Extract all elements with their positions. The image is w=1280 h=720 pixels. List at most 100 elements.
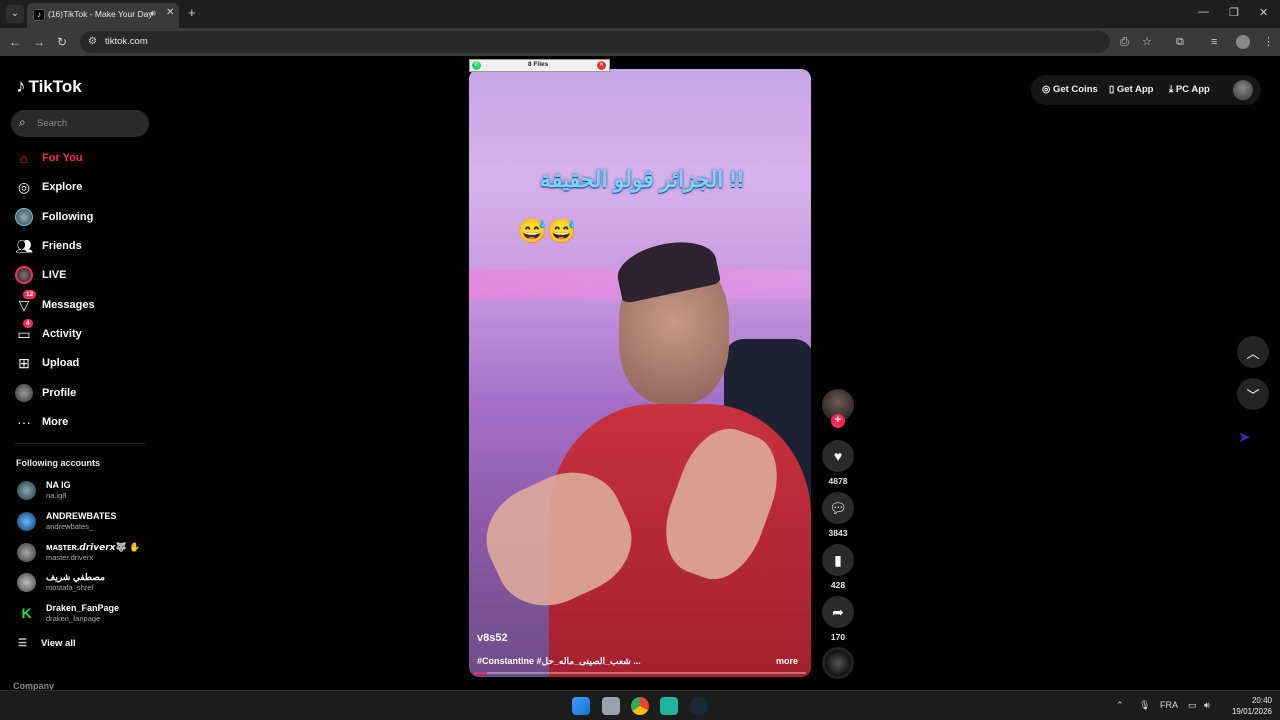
address-bar[interactable]: ⚙ tiktok.com ⎙ ☆ xyxy=(80,31,1152,53)
video-caption[interactable]: #Constantine #شعب_الصينى_ماله_حل ... xyxy=(477,656,757,667)
account-username: na.ig8 xyxy=(46,491,67,500)
music-disc-icon[interactable] xyxy=(822,647,854,679)
get-coins-button[interactable]: ◎ Get Coins xyxy=(1042,84,1098,95)
profile-avatar-icon[interactable] xyxy=(1236,35,1250,49)
clock-time: 20:40 xyxy=(1251,696,1272,705)
account-name: مصطفي شريف xyxy=(46,572,105,582)
get-coins-label: Get Coins xyxy=(1052,84,1098,95)
top-actions: ◎ Get Coins ▯ Get App ⤓ PC App xyxy=(1031,75,1261,105)
network-icon[interactable]: ▭ xyxy=(1188,700,1197,711)
account-item[interactable]: NA IG na.ig8 xyxy=(17,480,157,504)
app-icon[interactable] xyxy=(660,697,678,715)
avatar: K xyxy=(17,604,36,623)
volume-icon[interactable]: 🔊︎ xyxy=(1204,700,1210,711)
user-avatar[interactable] xyxy=(1233,80,1253,100)
forward-arrow-icon[interactable]: → xyxy=(33,35,45,49)
pc-app-button[interactable]: ⤓ PC App xyxy=(1169,84,1210,95)
account-item[interactable]: مصطفي شريف mostafa_shref xyxy=(17,572,157,596)
nav-upload[interactable]: ⊞ Upload xyxy=(14,352,154,374)
nav-label: Following xyxy=(42,211,94,223)
view-all-link[interactable]: ☰ View all xyxy=(18,638,76,649)
task-view-icon[interactable] xyxy=(602,697,620,715)
restore-icon[interactable]: ❐ xyxy=(1229,6,1239,19)
tray-chevron-up-icon[interactable]: ⌃ xyxy=(1116,700,1124,711)
clock-date: 19/01/2026 xyxy=(1231,707,1272,716)
minimize-icon[interactable]: — xyxy=(1198,6,1209,18)
video-username[interactable]: v8s52 xyxy=(477,632,508,644)
account-item[interactable]: K Draken_FanPage draken_fanpage xyxy=(17,603,157,627)
chrome-icon[interactable] xyxy=(631,697,649,715)
browser-tab[interactable]: ♪ (16)TikTok - Make Your Day 🔊︎ ✕ xyxy=(27,3,179,28)
back-arrow-icon[interactable]: ← xyxy=(9,35,21,49)
microphone-icon[interactable]: 🎙︎ xyxy=(1139,700,1150,711)
more-icon: ··· xyxy=(17,414,31,430)
coin-icon: ◎ xyxy=(1042,84,1051,95)
nav-activity[interactable]: ▭ 4 Activity xyxy=(14,319,154,345)
browser-toolbar: ← → ↻ ⚙ tiktok.com ⎙ ☆ ⧉ ≡ ⋮ xyxy=(0,28,1280,56)
phone-icon: ▯ xyxy=(1109,84,1115,95)
files-overlay[interactable]: ✆ 8 Files ✕ xyxy=(469,59,610,72)
nav-following[interactable]: Following xyxy=(14,206,154,228)
bookmark-star-icon[interactable]: ☆ xyxy=(1142,35,1152,49)
nav-friends[interactable]: 👥︎ Friends xyxy=(14,235,154,257)
like-button[interactable]: ♥ xyxy=(822,440,854,472)
kebab-menu-icon[interactable]: ⋮ xyxy=(1263,35,1274,49)
avatar xyxy=(17,573,36,592)
nav-live[interactable]: LIVE xyxy=(14,264,154,286)
site-info-icon[interactable]: ⚙ xyxy=(88,36,97,47)
language-indicator[interactable]: FRA xyxy=(1160,700,1178,710)
previous-video-button[interactable]: ︿ xyxy=(1237,336,1269,368)
extensions-icon[interactable]: ⧉ xyxy=(1176,35,1184,49)
messages-badge: 12 xyxy=(23,290,37,299)
nav-messages[interactable]: ▽ 12 Messages xyxy=(14,290,154,316)
windows-start-icon[interactable] xyxy=(572,697,590,715)
nav-more[interactable]: ··· More xyxy=(14,411,154,433)
reading-list-icon[interactable]: ≡ xyxy=(1211,35,1217,49)
new-tab-plus-icon[interactable]: + xyxy=(188,6,196,20)
nav-label: Profile xyxy=(42,387,77,399)
speaker-icon[interactable]: 🔊︎ xyxy=(150,8,156,19)
activity-badge: 4 xyxy=(23,319,33,328)
account-item[interactable]: ᴍᴀꜱᴛᴇʀ.𝙙𝙧𝙞𝙫𝙚𝙧𝙭🐺 ✋ master.driverx xyxy=(17,542,157,566)
get-app-button[interactable]: ▯ Get App xyxy=(1109,84,1153,95)
sidebar: ♪ TikTok ⌕ Search ⌂ For You ◎ Explore Fo… xyxy=(0,56,160,691)
video-player[interactable]: !! الجزائر قولو الحقيقة 😅😅 v8s52 #Consta… xyxy=(469,69,811,677)
nav-profile[interactable]: Profile xyxy=(14,382,154,404)
caption-more-button[interactable]: more xyxy=(776,656,798,666)
taskbar-clock[interactable]: 20:40 19/01/2026 xyxy=(1222,695,1272,717)
next-video-button[interactable]: ﹀ xyxy=(1237,378,1269,410)
window-close-icon[interactable]: ✕ xyxy=(1259,6,1268,19)
url-text[interactable]: tiktok.com xyxy=(105,36,148,47)
reload-icon[interactable]: ↻ xyxy=(57,35,67,49)
comment-count: 3843 xyxy=(828,528,848,538)
nav-label: Activity xyxy=(42,328,82,340)
video-progress-bar[interactable] xyxy=(474,672,806,674)
search-input[interactable]: ⌕ Search xyxy=(11,110,149,137)
nav-explore[interactable]: ◎ Explore xyxy=(14,176,154,198)
follow-plus-icon[interactable]: + xyxy=(831,414,845,428)
tab-close-icon[interactable]: ✕ xyxy=(166,7,174,18)
tab-search-icon[interactable]: ⌄ xyxy=(6,5,24,23)
comment-button[interactable]: 💬︎ xyxy=(822,492,854,524)
nav-for-you[interactable]: ⌂ For You xyxy=(14,147,154,169)
nav-label: LIVE xyxy=(42,269,67,281)
account-item[interactable]: ANDREWBATES andrewbates_ xyxy=(17,511,157,535)
avatar xyxy=(17,481,36,500)
save-button[interactable]: ▮ xyxy=(822,544,854,576)
share-button[interactable]: ➦ xyxy=(822,596,854,628)
files-close-icon[interactable]: ✕ xyxy=(597,61,606,70)
tab-title: (16)TikTok - Make Your Day xyxy=(48,9,153,19)
account-username: mostafa_shref xyxy=(46,583,94,592)
whatsapp-icon: ✆ xyxy=(472,61,481,70)
avatar xyxy=(17,512,36,531)
install-app-icon[interactable]: ⎙ xyxy=(1120,35,1129,49)
share-arrow-icon: ➦ xyxy=(832,603,844,620)
steam-icon[interactable] xyxy=(690,697,708,715)
tiktok-logo[interactable]: ♪ TikTok xyxy=(16,76,82,98)
following-avatar-icon xyxy=(14,207,34,227)
account-username: andrewbates_ xyxy=(46,522,94,531)
logo-text: TikTok xyxy=(28,77,82,96)
nav-label: Upload xyxy=(42,357,80,369)
tiktok-favicon-icon: ♪ xyxy=(33,9,45,21)
account-username: master.driverx xyxy=(46,553,94,562)
